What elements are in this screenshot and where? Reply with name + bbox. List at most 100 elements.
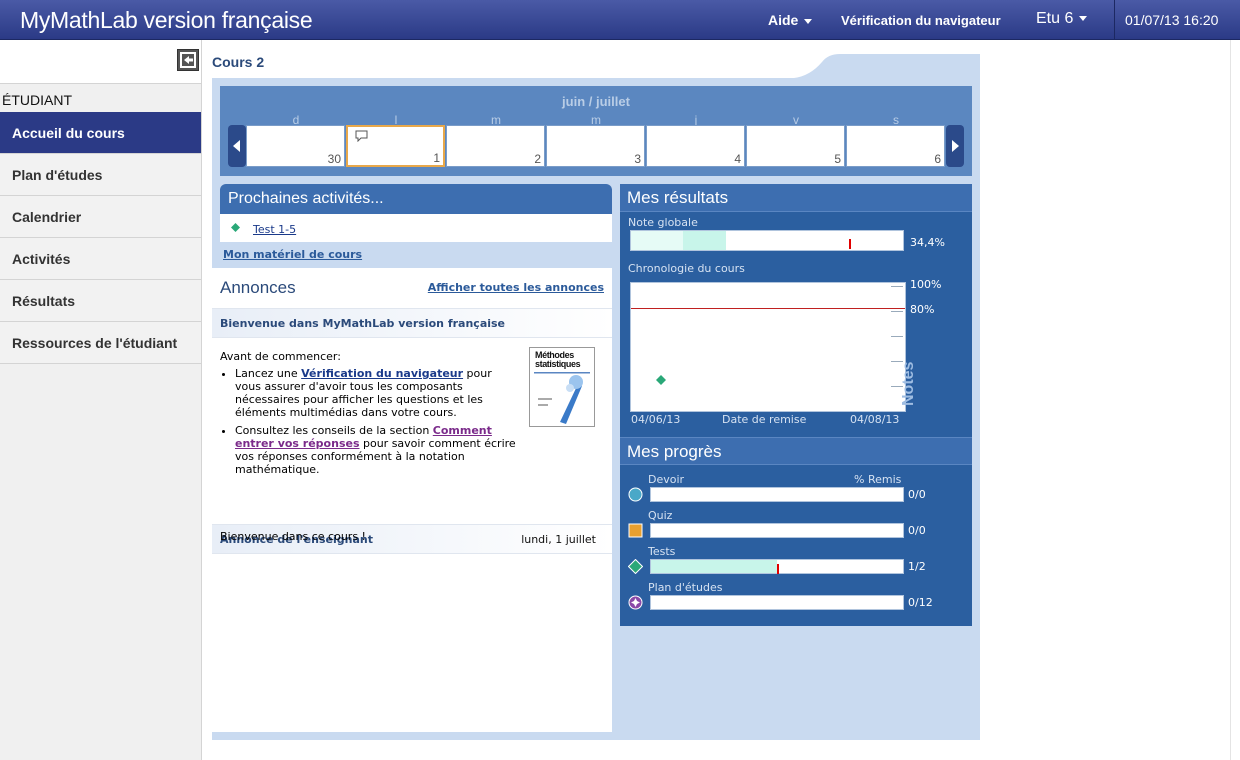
timeline-end-date: 04/08/13 (850, 413, 900, 426)
calendar-day[interactable]: 30 (246, 125, 345, 167)
progress-value: 0/12 (908, 596, 933, 609)
sidebar: ÉTUDIANT Accueil du cours Plan d'études Ca… (0, 40, 202, 760)
progress-bar (650, 523, 904, 538)
arrow-left-icon (180, 52, 196, 68)
overall-grade-value: 34,4% (910, 236, 945, 249)
sidebar-nav: Accueil du cours Plan d'études Calendrier A… (0, 112, 201, 364)
submitted-header: % Remis (854, 473, 902, 486)
progress-item-label: Tests (648, 545, 676, 558)
overall-grade-label: Note globale (628, 216, 698, 229)
user-menu-label: Etu 6 (1036, 10, 1074, 27)
chevron-down-icon (1079, 16, 1088, 22)
bullet1-pre: Lancez une (235, 367, 302, 380)
welcome-heading: Bienvenue dans MyMathLab version françai… (212, 308, 612, 338)
progress-item-label: Quiz (648, 509, 673, 522)
sidebar-item[interactable]: Accueil du cours (0, 112, 201, 154)
arrow-right-icon (952, 140, 959, 152)
axis-label-80: 80% (910, 303, 935, 316)
progress-value: 1/2 (908, 560, 926, 573)
calendar-day-number: 1 (433, 151, 440, 165)
calendar-day[interactable]: 6 (846, 125, 945, 167)
help-menu-label: Aide (768, 12, 799, 28)
arrow-left-icon (233, 140, 240, 152)
timeline-x-label: Date de remise (722, 413, 807, 426)
list-item: Consultez les conseils de la section Com… (235, 424, 520, 476)
help-menu[interactable]: Aide (768, 12, 813, 28)
my-materials-link[interactable]: Mon matériel de cours (223, 248, 362, 261)
timeline-y-label: Notes (900, 361, 917, 406)
course-timeline-chart (630, 282, 906, 412)
upcoming-activities-panel: Prochaines activités... Test 1-5 (220, 184, 612, 242)
course-title: Cours 2 (212, 54, 265, 70)
browser-check-link[interactable]: Vérification du navigateur (841, 13, 1001, 28)
calendar-next-button[interactable] (946, 125, 964, 167)
calendar-day-number: 3 (634, 152, 641, 166)
star-purple-icon (628, 595, 643, 610)
diamond-green-icon (231, 223, 240, 232)
calendar-day-number: 2 (534, 152, 541, 166)
comment-icon (355, 130, 368, 142)
calendar-day[interactable]: 2 (446, 125, 545, 167)
grade-marker (849, 239, 851, 249)
collapse-sidebar-button[interactable] (177, 49, 199, 71)
overall-grade-fill (631, 231, 727, 250)
calendar-day[interactable]: 1 (346, 125, 445, 167)
calendar-month: juin / juillet (562, 94, 630, 109)
main-content: Cours 2 juin / juillet dlmmjvs 30 1 2 3 4 5 6 … (202, 40, 1230, 760)
bullet2-pre: Consultez les conseils de la section (235, 424, 433, 437)
announcements-title: Annonces (220, 278, 296, 297)
axis-tick (891, 286, 903, 287)
target-line (631, 308, 905, 309)
app-title: MyMathLab version française (20, 7, 313, 33)
results-panel: Mes résultats Note globale 34,4% Chronol… (620, 184, 972, 626)
show-all-announcements-link[interactable]: Afficher toutes les annonces (428, 281, 604, 294)
results-title: Mes résultats (620, 184, 972, 212)
diamond-green-icon (656, 375, 666, 385)
overall-grade-bar (630, 230, 904, 251)
teacher-announcement-date: lundi, 1 juillet (521, 533, 596, 546)
progress-value: 0/0 (908, 524, 926, 537)
sidebar-item[interactable]: Plan d'études (0, 154, 201, 196)
book-cover-image: Méthodes statistiques (529, 347, 595, 427)
calendar-strip: juin / juillet dlmmjvs 30 1 2 3 4 5 6 (220, 86, 972, 176)
teacher-announcement-body: Bienvenue dans ce cours ! (220, 530, 366, 543)
book-art (534, 372, 590, 424)
progress-value: 0/0 (908, 488, 926, 501)
user-menu[interactable]: Etu 6 (1036, 10, 1088, 28)
welcome-list: Lancez une Vérification du navigateur po… (235, 367, 520, 476)
timeline-label: Chronologie du cours (628, 262, 745, 275)
progress-bar (650, 559, 904, 574)
list-item: Lancez une Vérification du navigateur po… (235, 367, 520, 419)
sidebar-section-label: ÉTUDIANT (2, 92, 72, 108)
calendar-day[interactable]: 4 (646, 125, 745, 167)
sidebar-item[interactable]: Calendrier (0, 196, 201, 238)
scrollbar[interactable] (1230, 40, 1240, 760)
intro-text: Avant de commencer: (220, 350, 341, 363)
sidebar-item[interactable]: Ressources de l'étudiant (0, 322, 201, 364)
diamond-green-icon (628, 559, 643, 574)
square-orange-icon (628, 523, 643, 538)
calendar-prev-button[interactable] (228, 125, 246, 167)
axis-label-100: 100% (910, 278, 942, 291)
calendar-day[interactable]: 3 (546, 125, 645, 167)
calendar-day-number: 5 (834, 152, 841, 166)
calendar-day[interactable]: 5 (746, 125, 845, 167)
top-bar: MyMathLab version française Aide Vérific… (0, 0, 1240, 40)
calendar-day-number: 6 (934, 152, 941, 166)
upcoming-item-link[interactable]: Test 1-5 (253, 223, 296, 236)
upcoming-list: Test 1-5 (220, 214, 612, 242)
sidebar-item[interactable]: Résultats (0, 280, 201, 322)
progress-bar (650, 595, 904, 610)
axis-tick (891, 336, 903, 337)
announcements-panel: Annonces Afficher toutes les annonces Bi… (212, 268, 612, 732)
sidebar-item[interactable]: Activités (0, 238, 201, 280)
progress-marker (777, 564, 779, 574)
browser-check-link[interactable]: Vérification du navigateur (301, 367, 463, 380)
chevron-down-icon (804, 18, 813, 24)
calendar-day-number: 30 (327, 152, 341, 166)
axis-tick (891, 311, 903, 312)
progress-title: Mes progrès (620, 437, 972, 465)
upcoming-title: Prochaines activités... (220, 184, 612, 214)
timeline-start-date: 04/06/13 (631, 413, 681, 426)
circle-teal-icon (628, 487, 643, 502)
